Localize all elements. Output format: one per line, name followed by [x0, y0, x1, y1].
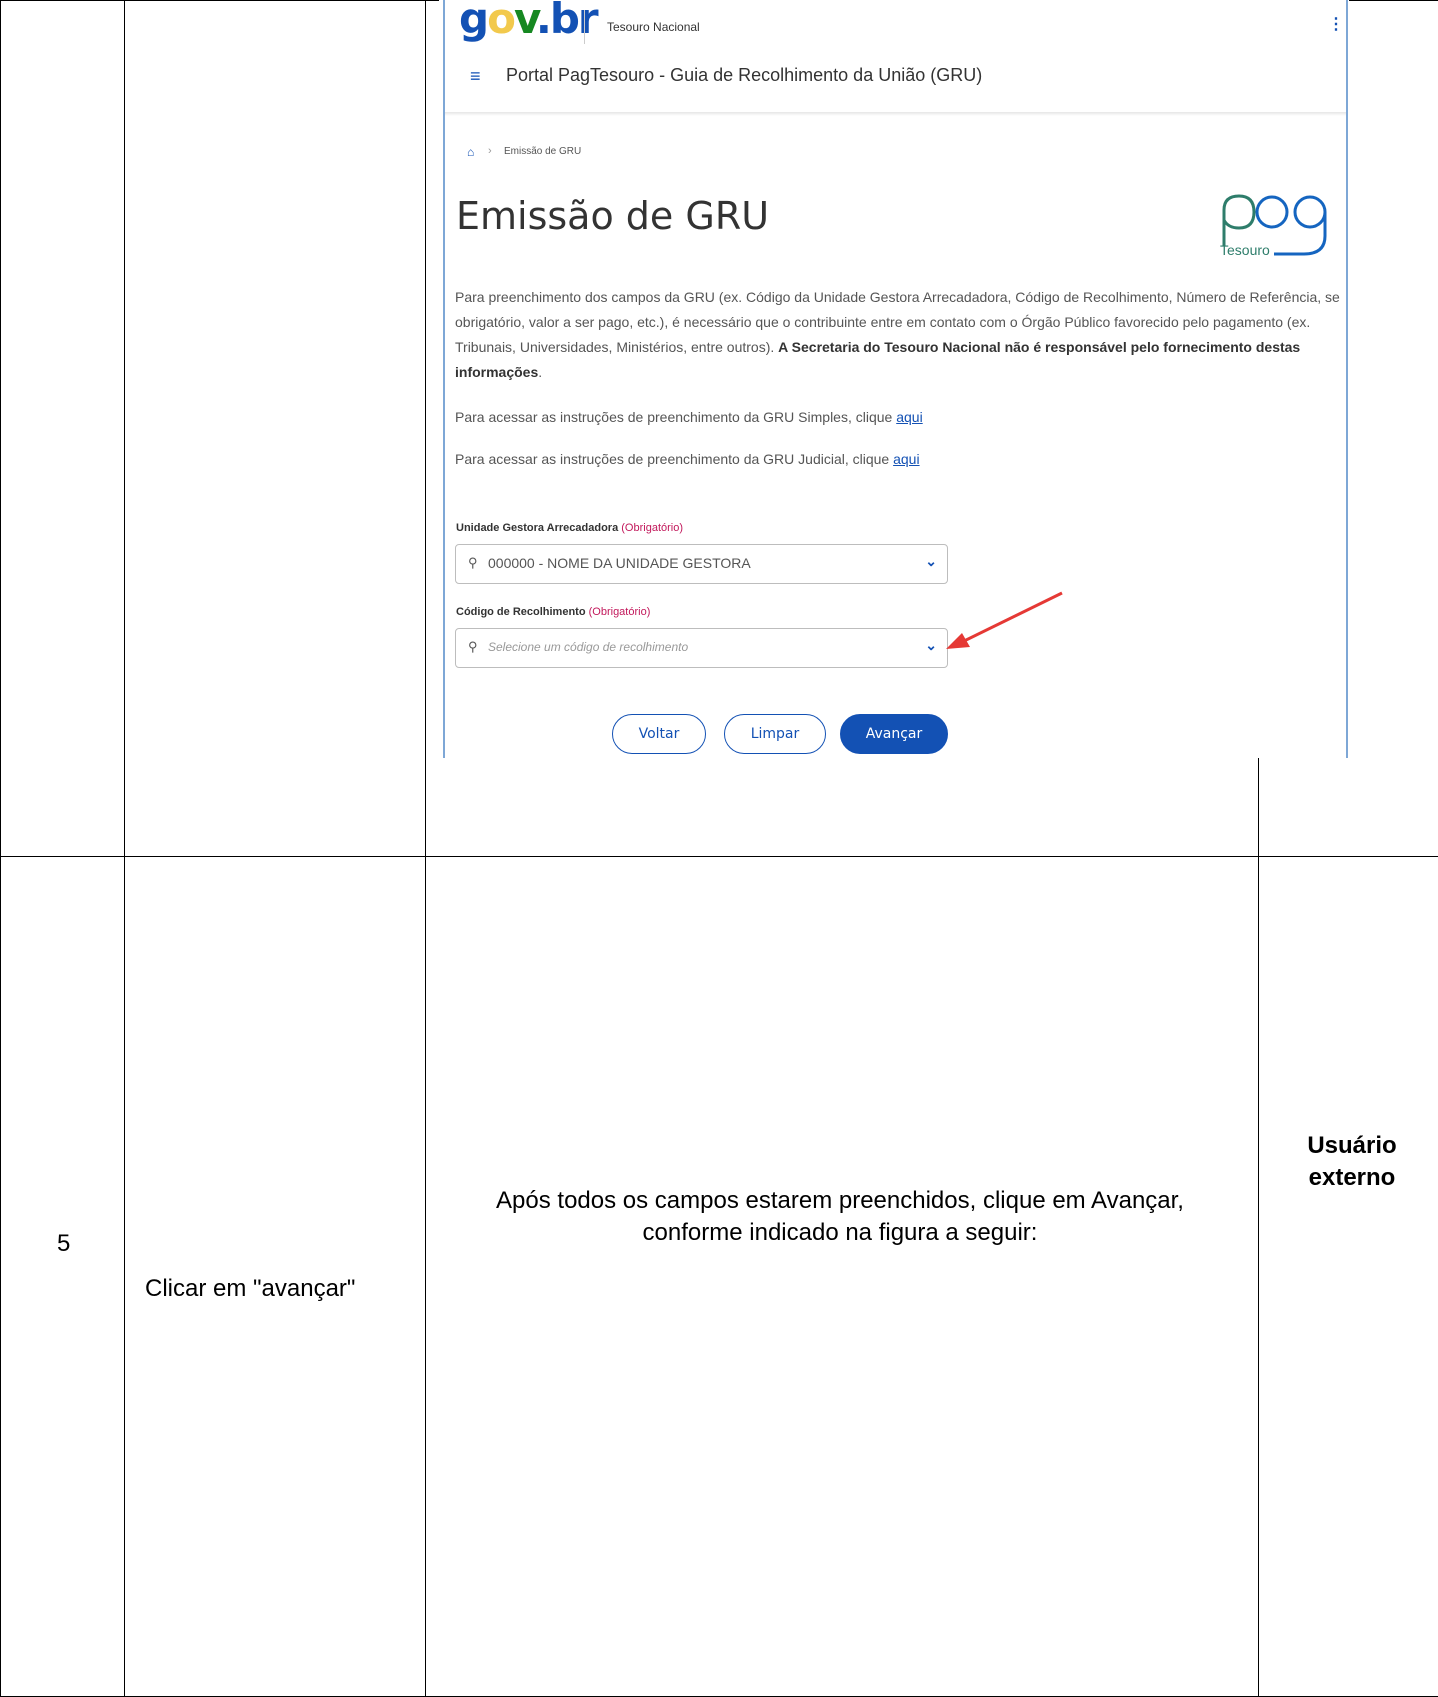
- intro-paragraph: Para preenchimento dos campos da GRU (ex…: [455, 285, 1345, 385]
- clear-button[interactable]: Limpar: [724, 714, 826, 754]
- col-divider-1: [0, 0, 1, 1697]
- home-icon[interactable]: ⌂: [467, 145, 474, 159]
- step-actor: Usuário externo: [1307, 1132, 1397, 1191]
- gru-simples-text: Para acessar as instruções de preenchime…: [455, 409, 893, 425]
- col-divider-3: [425, 0, 426, 1697]
- chevron-down-icon[interactable]: ⌄: [925, 553, 937, 570]
- gru-judicial-text: Para acessar as instruções de preenchime…: [455, 451, 890, 467]
- search-icon: ⚲: [468, 555, 478, 570]
- gru-judicial-link[interactable]: aqui: [893, 451, 919, 467]
- page-title: Emissão de GRU: [456, 194, 770, 238]
- cr-label-text: Código de Recolhimento: [456, 606, 586, 618]
- intro-end: .: [538, 364, 543, 380]
- ug-select[interactable]: ⚲ 000000 - NOME DA UNIDADE GESTORA ⌄: [455, 544, 948, 584]
- ug-required-tag: (Obrigatório): [621, 522, 684, 534]
- screenshot-right-edge: [1346, 0, 1348, 758]
- ug-label-text: Unidade Gestora Arrecadadora: [456, 522, 619, 534]
- cr-select-placeholder: Selecione um código de recolhimento: [488, 640, 689, 654]
- kebab-menu-icon[interactable]: ⋮: [1328, 14, 1344, 34]
- breadcrumb-current: Emissão de GRU: [504, 146, 582, 157]
- step-action: Clicar em "avançar": [145, 1275, 356, 1302]
- gru-simples-link[interactable]: aqui: [896, 409, 922, 425]
- header-shadow: [445, 112, 1346, 116]
- back-button[interactable]: Voltar: [612, 714, 706, 754]
- cr-select[interactable]: ⚲ Selecione um código de recolhimento ⌄: [455, 628, 948, 668]
- step-number: 5: [57, 1230, 71, 1257]
- hamburger-menu-icon[interactable]: ≡: [470, 66, 481, 87]
- chevron-down-icon[interactable]: ⌄: [925, 637, 937, 654]
- row-divider: [0, 856, 1438, 857]
- gru-judicial-instructions: Para acessar as instruções de preenchime…: [455, 447, 1345, 472]
- next-button[interactable]: Avançar: [840, 714, 948, 754]
- gru-simples-instructions: Para acessar as instruções de preenchime…: [455, 405, 1345, 430]
- search-icon: ⚲: [468, 639, 478, 654]
- org-name: Tesouro Nacional: [607, 20, 700, 34]
- header-separator: [584, 10, 585, 44]
- ug-label: Unidade Gestora Arrecadadora (Obrigatóri…: [456, 522, 683, 534]
- cr-required-tag: (Obrigatório): [588, 606, 651, 618]
- ug-select-value: 000000 - NOME DA UNIDADE GESTORA: [488, 555, 751, 571]
- breadcrumb-chevron-icon: ›: [488, 145, 492, 157]
- portal-title: Portal PagTesouro - Guia de Recolhimento…: [506, 65, 983, 85]
- cr-label: Código de Recolhimento (Obrigatório): [456, 606, 650, 618]
- red-arrow-annotation: [946, 591, 1063, 649]
- col-divider-2: [124, 0, 125, 1697]
- step-description: Após todos os campos estarem preenchidos…: [496, 1187, 1184, 1246]
- gov-br-logo[interactable]: gov.br: [459, 0, 599, 43]
- pag-logo-subtitle: Tesouro: [1220, 242, 1270, 258]
